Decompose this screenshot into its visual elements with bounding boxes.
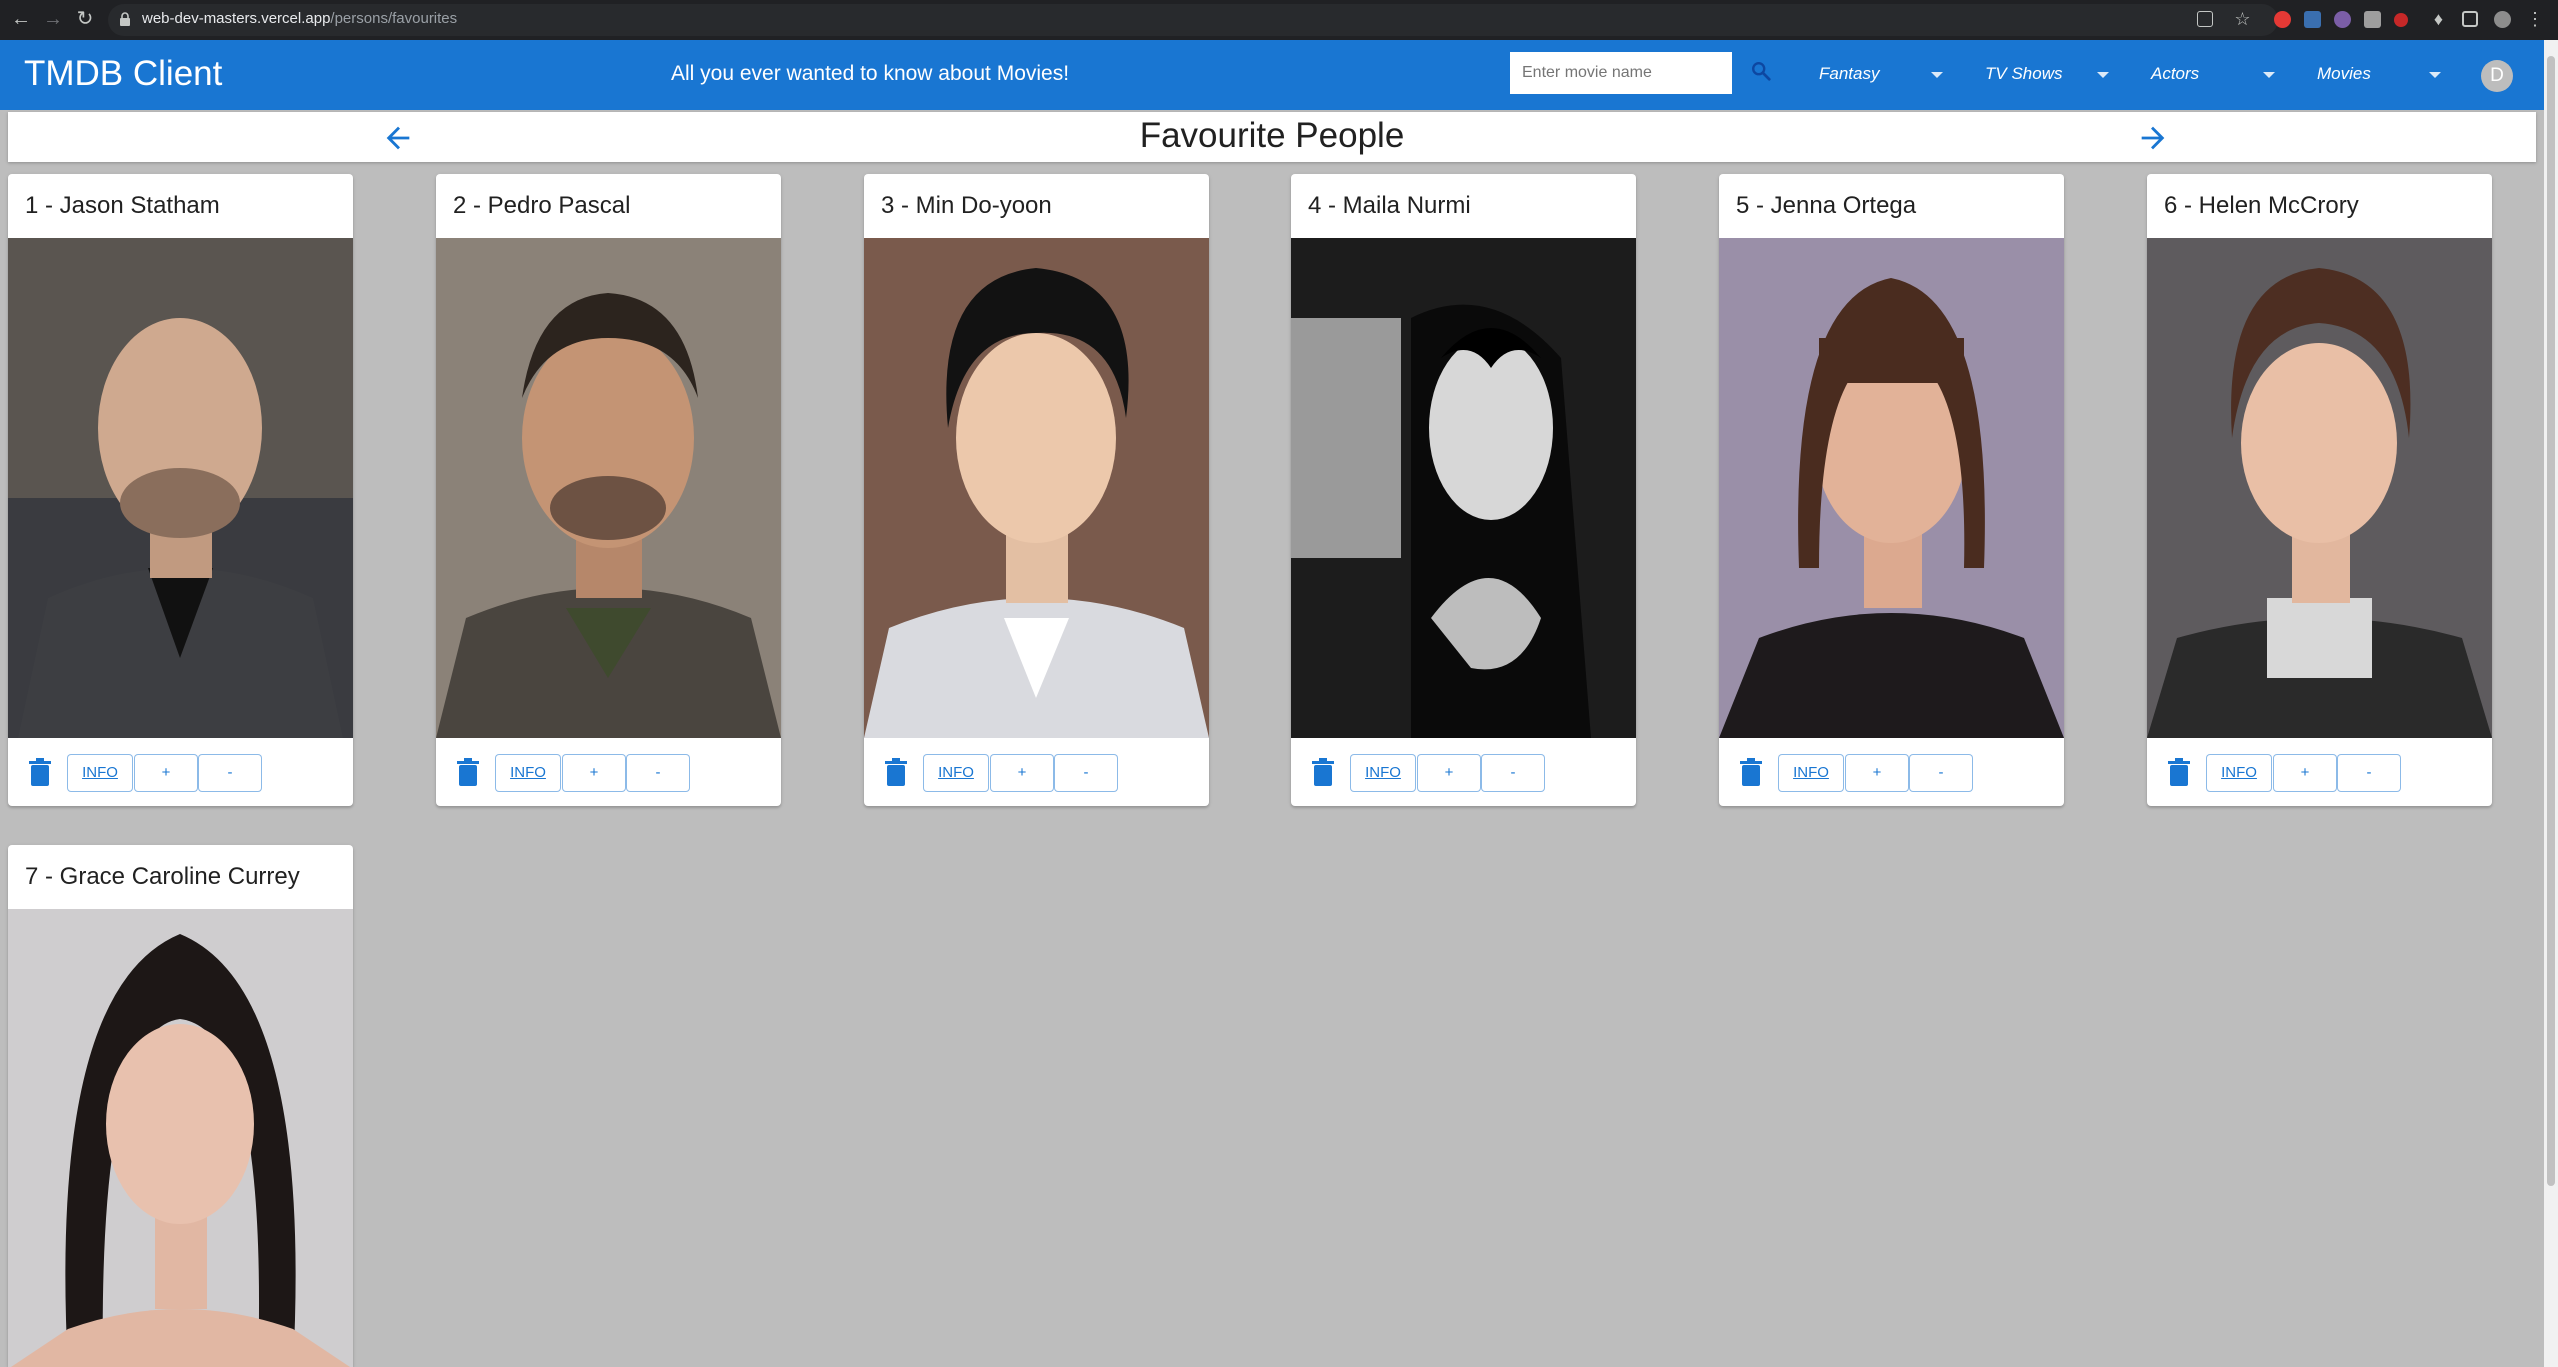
arrow-forward-icon[interactable] (2136, 121, 2170, 155)
chevron-down-icon (2429, 72, 2441, 78)
increase-button[interactable]: + (2273, 754, 2337, 792)
chevron-down-icon (2263, 72, 2275, 78)
reload-icon[interactable]: ↻ (72, 6, 98, 32)
person-card: 7 - Grace Caroline Currey (8, 845, 353, 1367)
increase-button[interactable]: + (1417, 754, 1481, 792)
url-path: /persons/favourites (330, 10, 458, 27)
person-photo[interactable] (8, 238, 353, 738)
info-button[interactable]: INFO (923, 754, 989, 792)
menu-fantasy[interactable]: Fantasy (1819, 56, 1944, 92)
extension-red-icon[interactable] (2274, 11, 2291, 28)
info-button[interactable]: INFO (67, 754, 133, 792)
forward-icon[interactable]: → (40, 6, 66, 32)
chevron-down-icon (1931, 72, 1943, 78)
person-card: 3 - Min Do-yoon INFO + - (864, 174, 1209, 806)
delete-icon[interactable] (28, 758, 52, 786)
info-button[interactable]: INFO (1350, 754, 1416, 792)
person-photo[interactable] (1719, 238, 2064, 738)
browser-menu-icon[interactable]: ⋮ (2526, 10, 2544, 28)
card-actions: INFO + - (1719, 738, 2064, 806)
delete-icon[interactable] (884, 758, 908, 786)
card-actions: INFO + - (2147, 738, 2492, 806)
delete-icon[interactable] (456, 758, 480, 786)
delete-icon[interactable] (1739, 758, 1763, 786)
decrease-button[interactable]: - (1054, 754, 1118, 792)
decrease-button[interactable]: - (1909, 754, 1973, 792)
person-name: 6 - Helen McCrory (2164, 192, 2359, 219)
url-host: web-dev-masters.vercel.app (142, 10, 331, 27)
person-card: 2 - Pedro Pascal INFO + - (436, 174, 781, 806)
scrollbar-thumb[interactable] (2547, 56, 2555, 1186)
app-title[interactable]: TMDB Client (24, 54, 222, 94)
increase-button[interactable]: + (990, 754, 1054, 792)
chevron-down-icon (2097, 72, 2109, 78)
tagline: All you ever wanted to know about Movies… (671, 62, 1070, 85)
increase-button[interactable]: + (562, 754, 626, 792)
person-photo[interactable] (8, 909, 353, 1367)
menu-tv-shows-label: TV Shows (1985, 64, 2063, 83)
info-button[interactable]: INFO (1778, 754, 1844, 792)
card-actions: INFO + - (436, 738, 781, 806)
person-name: 2 - Pedro Pascal (453, 192, 631, 219)
lock-icon (120, 12, 130, 26)
profile-avatar-icon[interactable] (2494, 11, 2511, 28)
increase-button[interactable]: + (134, 754, 198, 792)
extension-purple-icon[interactable] (2334, 11, 2351, 28)
person-card: 1 - Jason Statham INFO + - (8, 174, 353, 806)
person-name: 1 - Jason Statham (25, 192, 220, 219)
menu-movies[interactable]: Movies (2317, 56, 2442, 92)
extension-blue-icon[interactable] (2304, 11, 2321, 28)
browser-toolbar: ← → ↻ web-dev-masters.vercel.app/persons… (0, 0, 2558, 40)
user-avatar[interactable]: D (2481, 60, 2513, 92)
share-icon[interactable] (2197, 11, 2213, 27)
menu-actors-label: Actors (2151, 64, 2200, 83)
extension-gray-icon[interactable] (2364, 11, 2381, 28)
person-card: 6 - Helen McCrory INFO + - (2147, 174, 2492, 806)
person-photo[interactable] (436, 238, 781, 738)
person-name: 5 - Jenna Ortega (1736, 192, 1917, 219)
bookmark-star-icon[interactable]: ☆ (2234, 10, 2251, 28)
menu-movies-label: Movies (2317, 64, 2371, 83)
app-header: TMDB Client All you ever wanted to know … (0, 40, 2544, 110)
decrease-button[interactable]: - (198, 754, 262, 792)
info-button[interactable]: INFO (2206, 754, 2272, 792)
page-header: Favourite People (8, 112, 2536, 162)
person-name: 7 - Grace Caroline Currey (25, 863, 300, 890)
side-panel-icon[interactable] (2462, 11, 2478, 27)
person-photo[interactable] (1291, 238, 1636, 738)
back-icon[interactable]: ← (8, 6, 34, 32)
movie-search-input[interactable] (1510, 52, 1732, 94)
info-button[interactable]: INFO (495, 754, 561, 792)
person-name: 4 - Maila Nurmi (1308, 192, 1471, 219)
decrease-button[interactable]: - (2337, 754, 2401, 792)
decrease-button[interactable]: - (626, 754, 690, 792)
person-card: 5 - Jenna Ortega INFO + - (1719, 174, 2064, 806)
decrease-button[interactable]: - (1481, 754, 1545, 792)
delete-icon[interactable] (1311, 758, 1335, 786)
card-actions: INFO + - (1291, 738, 1636, 806)
person-photo[interactable] (2147, 238, 2492, 738)
increase-button[interactable]: + (1845, 754, 1909, 792)
person-photo[interactable] (864, 238, 1209, 738)
person-card: 4 - Maila Nurmi INFO + - (1291, 174, 1636, 806)
menu-tv-shows[interactable]: TV Shows (1985, 56, 2110, 92)
card-actions: INFO + - (864, 738, 1209, 806)
delete-icon[interactable] (2167, 758, 2191, 786)
card-actions: INFO + - (8, 738, 353, 806)
menu-fantasy-label: Fantasy (1819, 64, 1880, 83)
menu-actors[interactable]: Actors (2151, 56, 2276, 92)
person-name: 3 - Min Do-yoon (881, 192, 1052, 219)
extension-record-icon[interactable] (2394, 13, 2408, 27)
search-icon[interactable] (1750, 60, 1772, 82)
url-text: web-dev-masters.vercel.app/persons/favou… (142, 10, 457, 27)
extensions-puzzle-icon[interactable]: ♦ (2430, 10, 2447, 28)
